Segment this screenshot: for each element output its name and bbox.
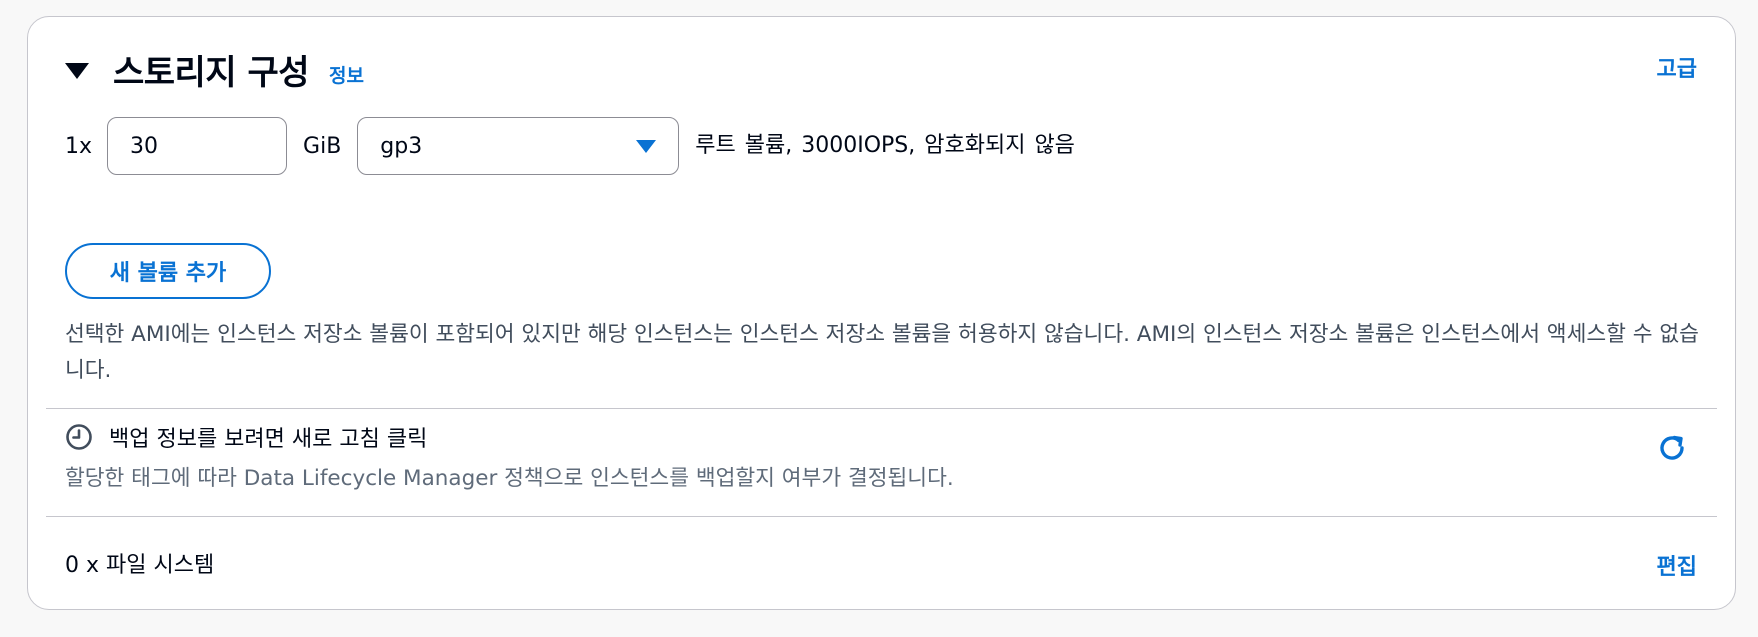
advanced-link[interactable]: 고급 bbox=[1657, 51, 1697, 83]
volume-type-select[interactable]: gp3 bbox=[357, 117, 680, 175]
refresh-icon[interactable] bbox=[1655, 431, 1689, 465]
volume-size-input[interactable] bbox=[107, 117, 288, 175]
filesystem-count: 0 x 파일 시스템 bbox=[65, 553, 215, 578]
section-header: 스토리지 구성 정보 bbox=[65, 45, 364, 94]
volume-description: 루트 볼륨, 3000IOPS, 암호화되지 않음 bbox=[695, 133, 1075, 158]
root-volume-row: 1x GiB gp3 루트 볼륨, 3000IOPS, 암호화되지 않음 bbox=[65, 117, 1075, 175]
caret-down-icon[interactable] bbox=[65, 63, 89, 79]
info-link[interactable]: 정보 bbox=[329, 61, 364, 88]
volume-unit: GiB bbox=[303, 133, 342, 159]
divider bbox=[46, 516, 1717, 517]
section-title: 스토리지 구성 bbox=[113, 53, 310, 93]
add-volume-button[interactable]: 새 볼륨 추가 bbox=[65, 243, 271, 299]
divider bbox=[46, 408, 1717, 409]
backup-subtitle: 할당한 태그에 따라 Data Lifecycle Manager 정책으로 인… bbox=[65, 466, 954, 491]
volume-multiplier: 1x bbox=[65, 133, 93, 159]
clock-icon bbox=[66, 424, 92, 450]
instance-store-warning: 선택한 AMI에는 인스턴스 저장소 볼륨이 포함되어 있지만 해당 인스턴스는… bbox=[65, 322, 1699, 383]
caret-down-icon bbox=[636, 139, 657, 153]
volume-type-value: gp3 bbox=[380, 133, 423, 159]
edit-filesystem-link[interactable]: 편집 bbox=[1657, 549, 1697, 581]
backup-info: 백업 정보를 보려면 새로 고침 클릭 할당한 태그에 따라 Data Life… bbox=[65, 421, 954, 492]
backup-title: 백업 정보를 보려면 새로 고침 클릭 bbox=[109, 427, 428, 452]
backup-title-line: 백업 정보를 보려면 새로 고침 클릭 bbox=[65, 421, 954, 453]
storage-config-panel: 스토리지 구성 정보 고급 1x GiB gp3 루트 볼륨, 3000IOPS… bbox=[27, 16, 1736, 610]
